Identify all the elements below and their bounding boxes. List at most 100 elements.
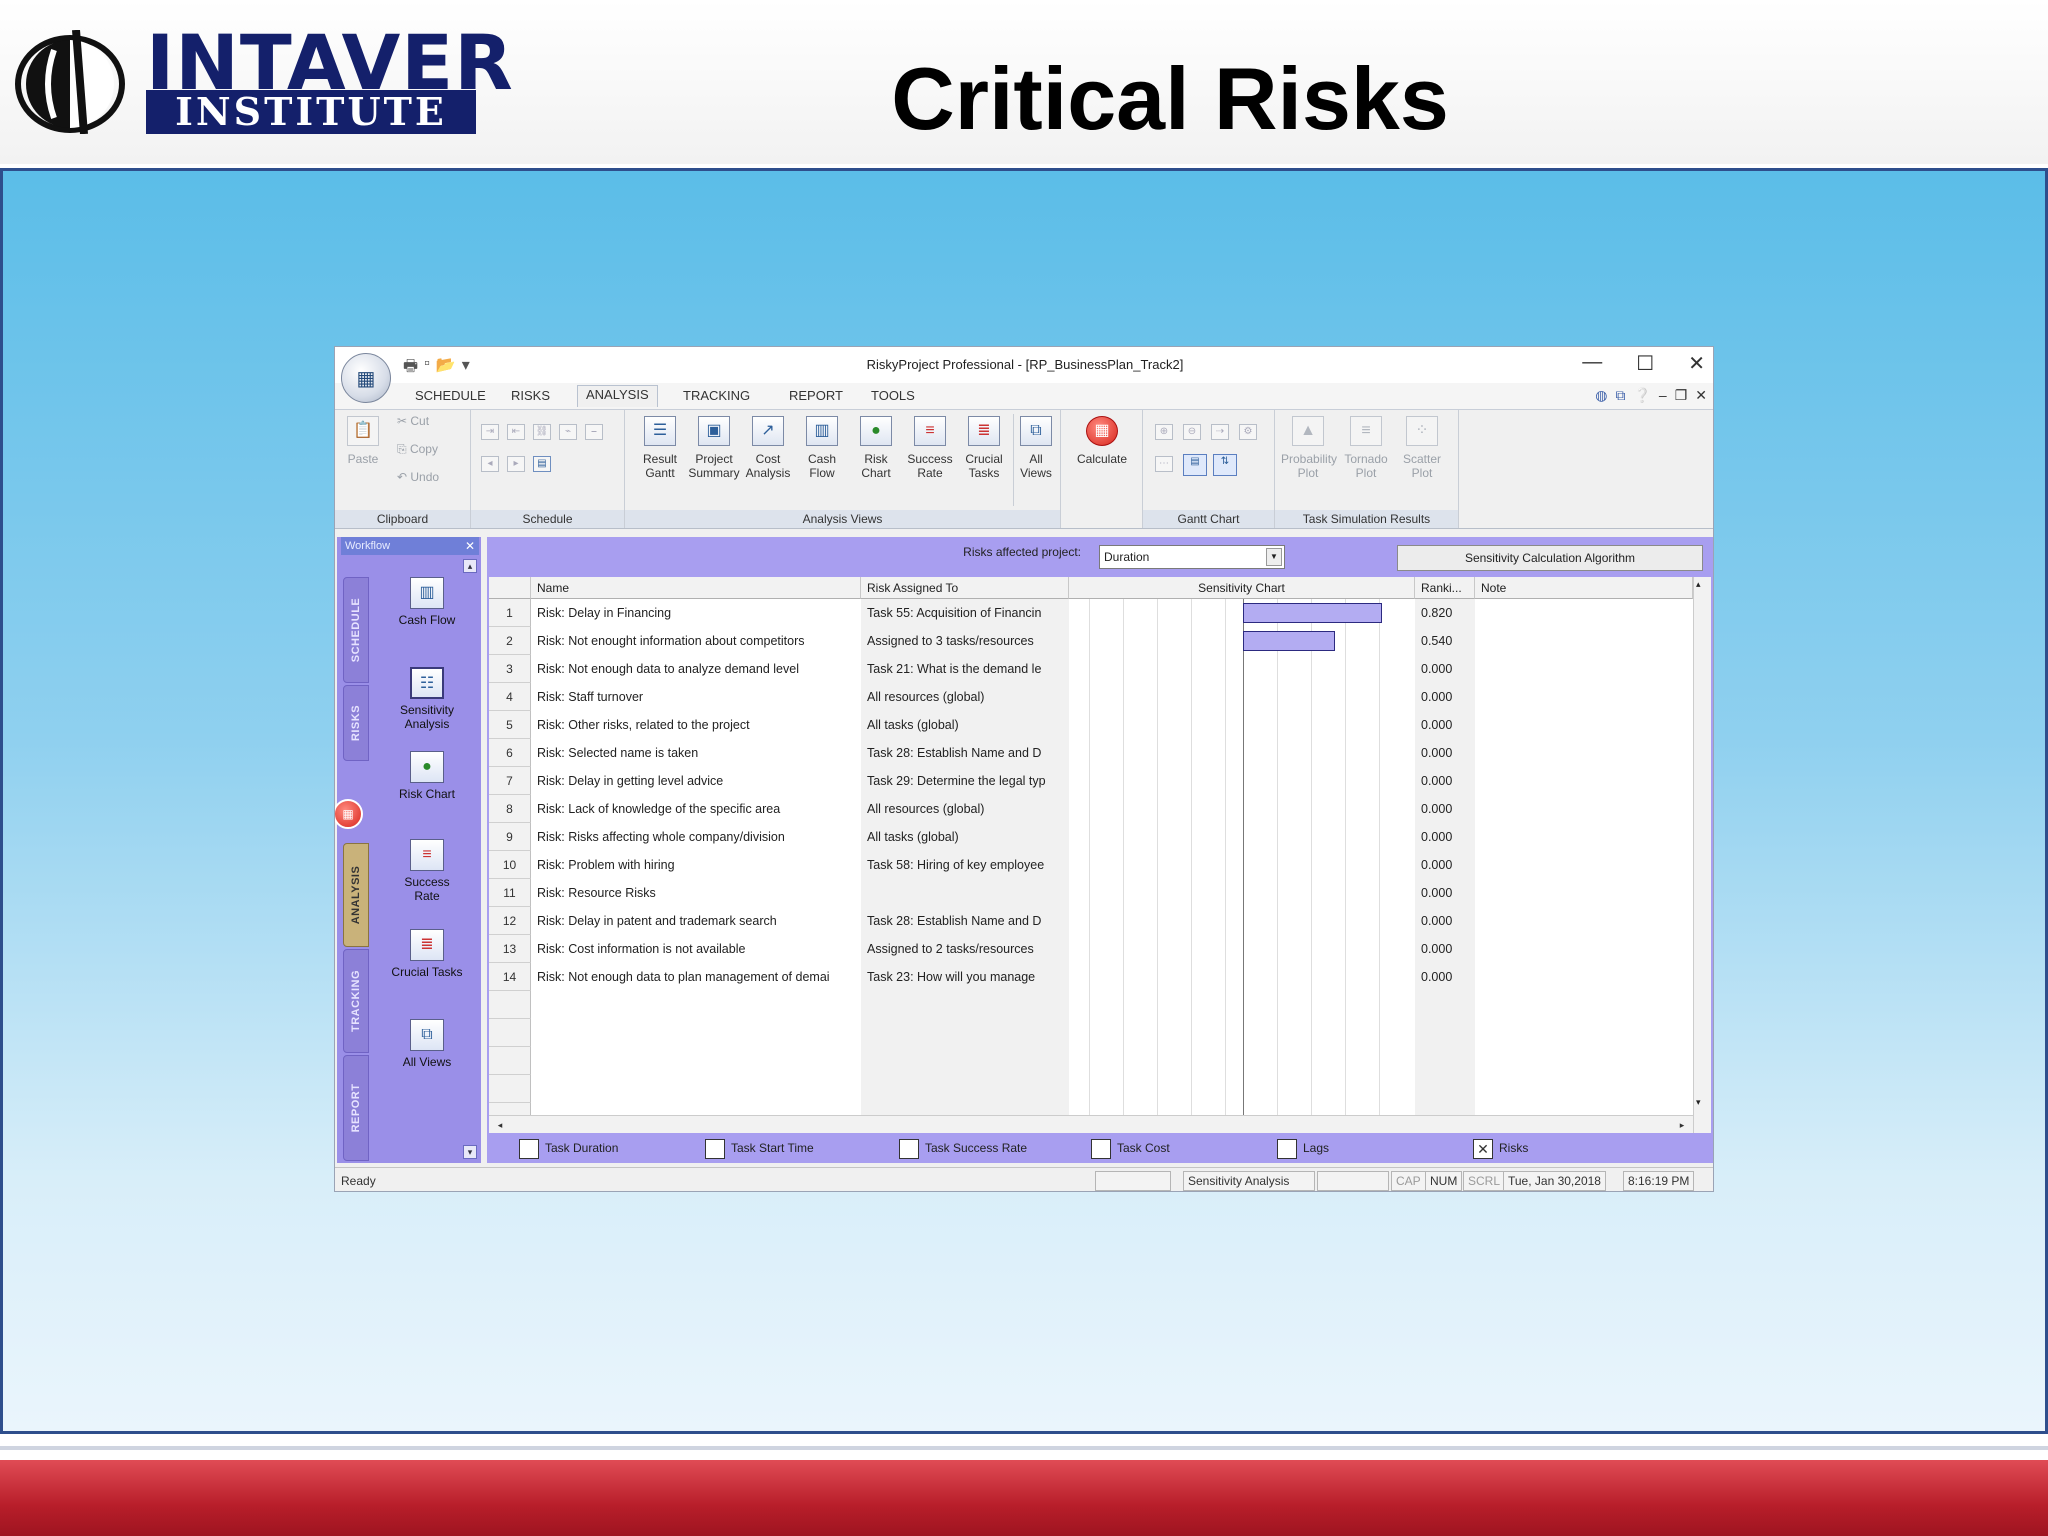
workflow-tab-analysis[interactable]: ANALYSIS <box>343 843 369 947</box>
workflow-stop-icon[interactable]: ▦ <box>335 799 363 829</box>
table-row[interactable]: 2 Risk: Not enought information about com… <box>489 627 1711 655</box>
result-gantt-button[interactable]: ☰ Result Gantt <box>633 416 687 480</box>
tab-schedule[interactable]: SCHEDULE <box>407 387 494 409</box>
split-icon[interactable]: ⎯ <box>585 424 603 440</box>
risk-ranking-cell[interactable]: 0.000 <box>1415 795 1475 823</box>
copy-button[interactable]: ⎘ Copy <box>397 442 438 457</box>
checkbox-task-start-time[interactable]: Task Start Time <box>705 1139 814 1159</box>
outdent-icon[interactable]: ⇤ <box>507 424 525 440</box>
workflow-item-risk-chart[interactable]: ● Risk Chart <box>375 751 479 801</box>
risk-name-cell[interactable]: Risk: Delay in patent and trademark sear… <box>531 907 861 935</box>
show-gantt-icon[interactable]: ▤ <box>1183 454 1207 476</box>
all-views-button[interactable]: ⧉ All Views <box>1009 416 1063 480</box>
checkbox-box[interactable] <box>519 1139 539 1159</box>
column-header-note[interactable]: Note <box>1475 577 1693 599</box>
mdi-minimize-icon[interactable]: – <box>1659 387 1667 404</box>
timescale-icon[interactable]: ⋯ <box>1155 456 1173 472</box>
tab-risks[interactable]: RISKS <box>503 387 558 409</box>
workflow-item-crucial-tasks[interactable]: ≣ Crucial Tasks <box>375 929 479 979</box>
risk-name-cell[interactable]: Risk: Other risks, related to the projec… <box>531 711 861 739</box>
application-menu-button[interactable]: ▦ <box>341 353 391 403</box>
risk-ranking-cell[interactable]: 0.000 <box>1415 655 1475 683</box>
table-row[interactable]: 13 Risk: Cost information is not availabl… <box>489 935 1711 963</box>
row-number[interactable]: 3 <box>489 655 531 683</box>
risk-ranking-cell[interactable]: 0.000 <box>1415 963 1475 991</box>
workflow-scroll-up[interactable]: ▴ <box>463 559 477 573</box>
risk-assigned-cell[interactable]: Assigned to 2 tasks/resources <box>861 935 1069 963</box>
row-number[interactable]: 7 <box>489 767 531 795</box>
checkbox-box[interactable] <box>899 1139 919 1159</box>
checkbox-task-duration[interactable]: Task Duration <box>519 1139 618 1159</box>
workflow-tab-tracking[interactable]: TRACKING <box>343 949 369 1053</box>
row-number[interactable]: 6 <box>489 739 531 767</box>
workflow-item-all-views[interactable]: ⧉ All Views <box>375 1019 479 1069</box>
risks-affected-select[interactable]: Duration ▼ <box>1099 545 1285 569</box>
sensitivity-algorithm-button[interactable]: Sensitivity Calculation Algorithm <box>1397 545 1703 571</box>
gantt-settings-icon[interactable]: ⚙ <box>1239 424 1257 440</box>
cut-button[interactable]: ✂ Cut <box>397 414 429 428</box>
mdi-close-icon[interactable]: ✕ <box>1695 387 1707 404</box>
risk-name-cell[interactable]: Risk: Lack of knowledge of the specific … <box>531 795 861 823</box>
risk-assigned-cell[interactable]: Task 28: Establish Name and D <box>861 907 1069 935</box>
unlink-icon[interactable]: ⌁ <box>559 424 577 440</box>
scroll-up-icon[interactable]: ▴ <box>1696 579 1701 590</box>
tab-tracking[interactable]: TRACKING <box>675 387 758 409</box>
risk-name-cell[interactable]: Risk: Delay in Financing <box>531 599 861 627</box>
checkbox-box[interactable] <box>1091 1139 1111 1159</box>
risk-ranking-cell[interactable]: 0.000 <box>1415 935 1475 963</box>
risk-ranking-cell[interactable]: 0.000 <box>1415 907 1475 935</box>
scroll-right-icon[interactable]: ▸ <box>1675 1118 1689 1132</box>
window-switch-icon[interactable]: ⧉ <box>1615 387 1625 404</box>
risk-chart-button[interactable]: ● Risk Chart <box>849 416 903 480</box>
table-row[interactable]: 11 Risk: Resource Risks 0.000 <box>489 879 1711 907</box>
table-row[interactable]: 4 Risk: Staff turnover All resources (glob… <box>489 683 1711 711</box>
scatter-plot-button[interactable]: ⁘ Scatter Plot <box>1395 416 1449 480</box>
tab-analysis[interactable]: ANALYSIS <box>577 385 658 407</box>
row-number[interactable]: 8 <box>489 795 531 823</box>
table-row[interactable]: 12 Risk: Delay in patent and trademark se… <box>489 907 1711 935</box>
row-number[interactable]: 4 <box>489 683 531 711</box>
column-header-assigned[interactable]: Risk Assigned To <box>861 577 1069 599</box>
risk-ranking-cell[interactable]: 0.000 <box>1415 683 1475 711</box>
risk-ranking-cell[interactable]: 0.000 <box>1415 879 1475 907</box>
tornado-plot-button[interactable]: ≡ Tornado Plot <box>1339 416 1393 480</box>
horizontal-scrollbar[interactable]: ◂ ▸ <box>489 1115 1711 1133</box>
risk-assigned-cell[interactable]: Task 21: What is the demand le <box>861 655 1069 683</box>
workflow-item-cash-flow[interactable]: ▥ Cash Flow <box>375 577 479 627</box>
minimize-button[interactable]: — <box>1582 351 1602 376</box>
risk-name-cell[interactable]: Risk: Not enough data to plan management… <box>531 963 861 991</box>
row-number[interactable]: 10 <box>489 851 531 879</box>
workflow-close-icon[interactable]: ✕ <box>465 537 475 555</box>
risk-ranking-cell[interactable]: 0.000 <box>1415 823 1475 851</box>
success-rate-button[interactable]: ≡ Success Rate <box>903 416 957 480</box>
row-number[interactable]: 14 <box>489 963 531 991</box>
paste-button[interactable]: 📋 Paste <box>341 416 385 466</box>
row-number[interactable]: 12 <box>489 907 531 935</box>
row-number[interactable]: 1 <box>489 599 531 627</box>
risk-name-cell[interactable]: Risk: Problem with hiring <box>531 851 861 879</box>
row-number[interactable]: 2 <box>489 627 531 655</box>
table-row[interactable]: 3 Risk: Not enough data to analyze demand… <box>489 655 1711 683</box>
calculate-button[interactable]: ▦ Calculate <box>1067 416 1137 466</box>
move-down-icon[interactable]: ▸ <box>507 456 525 472</box>
crucial-tasks-button[interactable]: ≣ Crucial Tasks <box>957 416 1011 480</box>
risk-ranking-cell[interactable]: 0.540 <box>1415 627 1475 655</box>
help-icon[interactable]: ❔ <box>1633 387 1650 404</box>
risk-ranking-cell[interactable]: 0.000 <box>1415 739 1475 767</box>
row-number[interactable]: 13 <box>489 935 531 963</box>
workflow-item-success-rate[interactable]: ≡ Success Rate <box>375 839 479 903</box>
risk-name-cell[interactable]: Risk: Cost information is not available <box>531 935 861 963</box>
risk-assigned-cell[interactable]: Assigned to 3 tasks/resources <box>861 627 1069 655</box>
row-number[interactable]: 9 <box>489 823 531 851</box>
risk-assigned-cell[interactable]: All tasks (global) <box>861 711 1069 739</box>
table-row[interactable]: 10 Risk: Problem with hiring Task 58: Hiri… <box>489 851 1711 879</box>
project-summary-button[interactable]: ▣ Project Summary <box>687 416 741 480</box>
close-button[interactable]: ✕ <box>1688 351 1705 376</box>
scroll-left-icon[interactable]: ◂ <box>493 1118 507 1132</box>
checkbox-box[interactable] <box>1277 1139 1297 1159</box>
column-header-ranking[interactable]: Ranki... <box>1415 577 1475 599</box>
workflow-item-sensitivity-analysis[interactable]: ☷ Sensitivity Analysis <box>375 667 479 731</box>
risk-assigned-cell[interactable]: Task 28: Establish Name and D <box>861 739 1069 767</box>
risk-ranking-cell[interactable]: 0.000 <box>1415 767 1475 795</box>
table-row[interactable]: 9 Risk: Risks affecting whole company/div… <box>489 823 1711 851</box>
